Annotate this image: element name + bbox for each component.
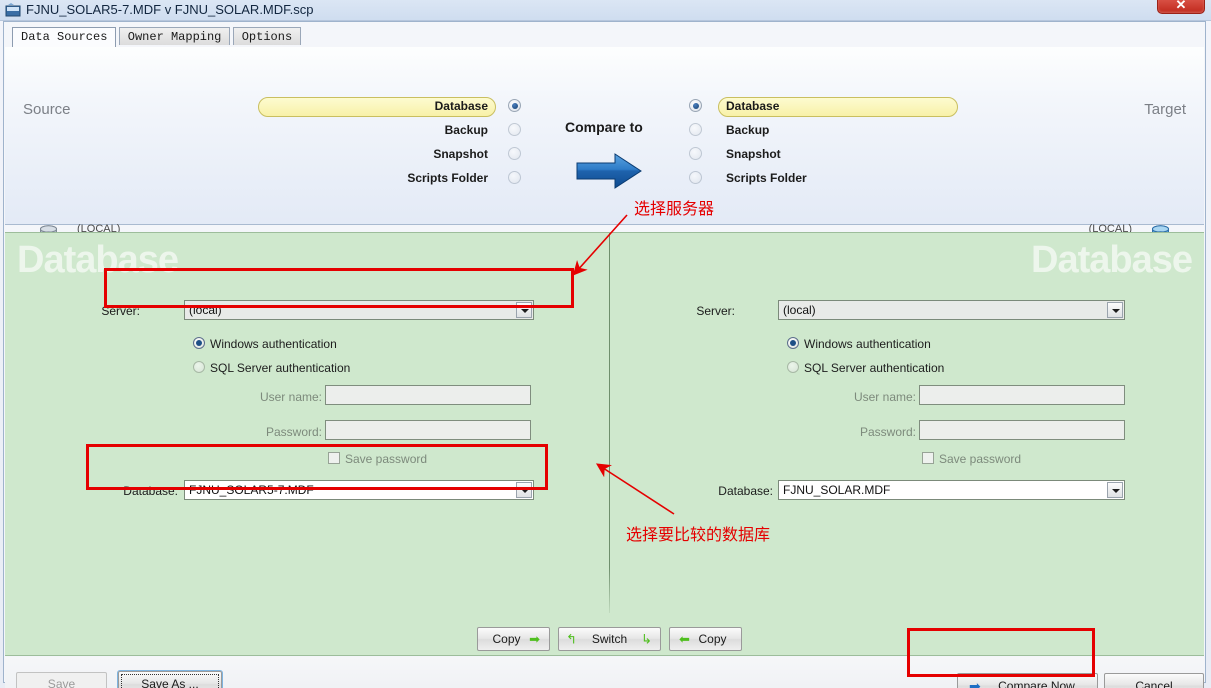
source-pane-label: Source [23, 101, 71, 118]
target-option-snapshot-radio[interactable] [689, 147, 702, 160]
tab-data-sources[interactable]: Data Sources [12, 27, 117, 47]
cancel-label: Cancel [1135, 678, 1173, 688]
annotation-text-server: 选择服务器 [634, 199, 715, 218]
target-database-value: FJNU_SOLAR.MDF [783, 483, 891, 497]
compare-now-label: Compare Now [998, 678, 1075, 688]
target-option-database-label: Database [726, 99, 780, 113]
target-option-snapshot-label: Snapshot [726, 147, 781, 161]
copy-left-label: Copy [698, 632, 727, 646]
window-title: FJNU_SOLAR5-7.MDF v FJNU_SOLAR.MDF.scp [26, 2, 314, 17]
source-username-label: User name: [259, 390, 322, 404]
source-windows-auth-radio[interactable] [193, 337, 205, 349]
tab-strip: Data Sources Owner Mapping Options [12, 27, 302, 47]
save-as-label: Save As ... [141, 677, 199, 688]
target-server-label: Server: [696, 304, 735, 318]
target-password-label: Password: [859, 425, 916, 439]
target-server-combobox[interactable]: (local) [778, 300, 1125, 320]
target-username-input[interactable] [919, 385, 1125, 405]
source-option-database-label: Database [434, 99, 488, 113]
target-server-value: (local) [783, 303, 816, 317]
blue-right-arrow-icon [576, 153, 642, 189]
close-icon[interactable]: ✕ [1157, 0, 1205, 14]
target-option-scripts-folder-radio[interactable] [689, 171, 702, 184]
copy-right-button[interactable]: Copy ➡ [477, 627, 550, 651]
source-sql-auth-label: SQL Server authentication [210, 361, 351, 375]
source-sql-auth-radio[interactable] [193, 361, 205, 373]
compare-to-label: Compare to [565, 119, 643, 135]
annotation-box-database [86, 444, 548, 490]
target-save-password-label: Save password [939, 452, 1022, 466]
annotation-box-compare-now [907, 628, 1095, 677]
target-windows-auth-label: Windows authentication [804, 337, 931, 351]
target-watermark: Database [1031, 239, 1193, 281]
target-sql-auth-radio[interactable] [787, 361, 799, 373]
target-username-label: User name: [853, 390, 916, 404]
chevron-down-icon[interactable] [1107, 302, 1123, 318]
window-body: Data Sources Owner Mapping Options Sourc… [3, 21, 1206, 688]
target-database-combobox[interactable]: FJNU_SOLAR.MDF [778, 480, 1125, 500]
target-pane-label: Target [1144, 101, 1186, 118]
source-target-selector-pane: Source Target Database Backup Snapshot S… [5, 47, 1204, 248]
source-username-input[interactable] [325, 385, 531, 405]
annotation-text-database: 选择要比较的数据库 [626, 525, 771, 544]
title-bar: FJNU_SOLAR5-7.MDF v FJNU_SOLAR.MDF.scp ✕ [0, 0, 1211, 21]
tab-owner-mapping[interactable]: Owner Mapping [118, 27, 231, 45]
source-option-snapshot-radio[interactable] [508, 147, 521, 160]
source-windows-auth-label: Windows authentication [210, 337, 337, 351]
source-option-backup-label: Backup [444, 123, 488, 137]
arrow-right-icon: ➡ [529, 631, 540, 647]
target-database-label: Database: [718, 484, 773, 498]
switch-button[interactable]: ↰ Switch ↳ [558, 627, 661, 651]
panel-divider [609, 233, 610, 613]
save-button[interactable]: Save [16, 672, 107, 688]
source-option-scripts-folder-radio[interactable] [508, 171, 521, 184]
source-password-label: Password: [265, 425, 322, 439]
app-compare-icon [5, 3, 21, 17]
annotation-box-server [104, 268, 574, 308]
source-password-input[interactable] [325, 420, 531, 440]
target-save-password-checkbox[interactable] [922, 452, 934, 464]
target-option-scripts-folder-label: Scripts Folder [726, 171, 807, 185]
cancel-button[interactable]: Cancel [1104, 673, 1204, 688]
copy-left-button[interactable]: ⬅ Copy [669, 627, 742, 651]
target-option-database-radio[interactable] [689, 99, 702, 112]
source-option-snapshot-label: Snapshot [433, 147, 488, 161]
source-option-backup-radio[interactable] [508, 123, 521, 136]
swap-right-icon: ↳ [641, 631, 652, 647]
save-as-button[interactable]: Save As ... [118, 671, 222, 688]
target-windows-auth-radio[interactable] [787, 337, 799, 349]
target-option-backup-label: Backup [726, 123, 770, 137]
target-password-input[interactable] [919, 420, 1125, 440]
app-window: FJNU_SOLAR5-7.MDF v FJNU_SOLAR.MDF.scp ✕… [0, 0, 1211, 688]
target-option-backup-radio[interactable] [689, 123, 702, 136]
chevron-down-icon[interactable] [1107, 482, 1123, 498]
source-option-database-radio[interactable] [508, 99, 521, 112]
save-label: Save [47, 677, 76, 688]
target-sql-auth-label: SQL Server authentication [804, 361, 945, 375]
source-option-scripts-folder-label: Scripts Folder [407, 171, 488, 185]
tab-options[interactable]: Options [232, 27, 302, 45]
